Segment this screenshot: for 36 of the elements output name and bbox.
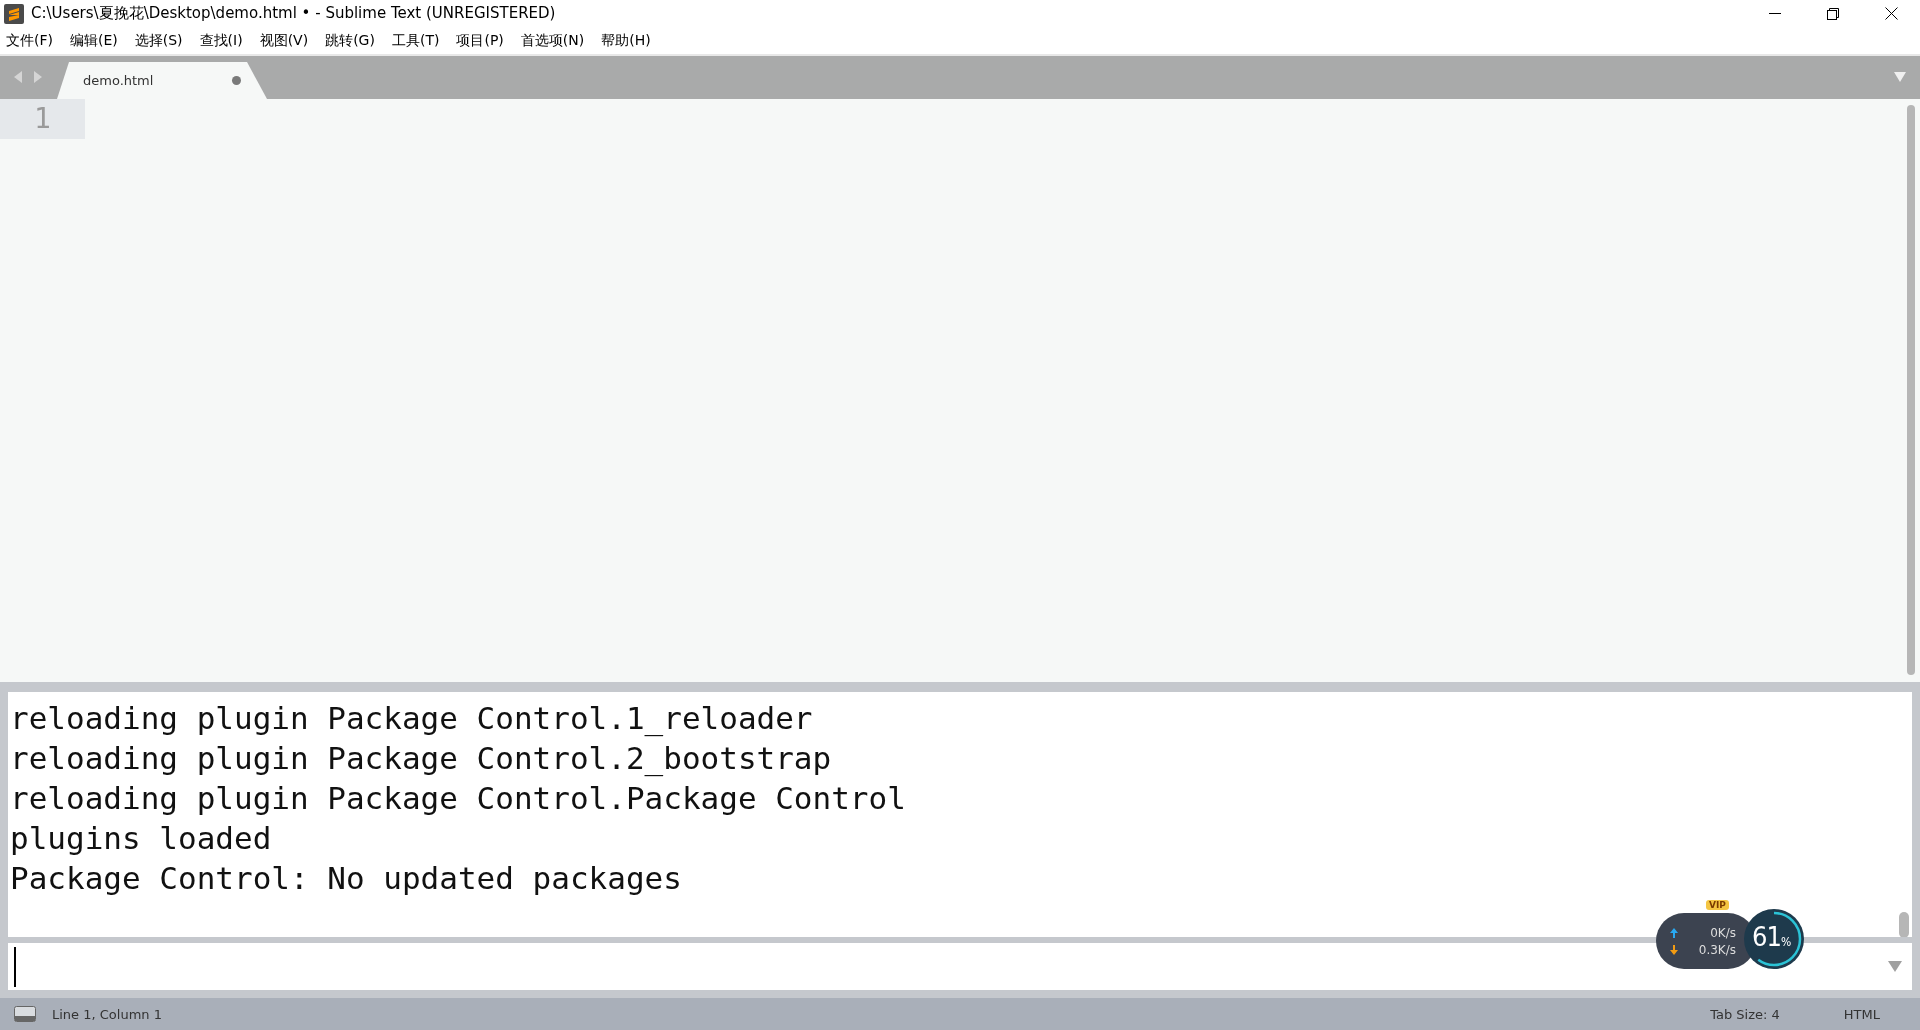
vip-badge: VIP bbox=[1706, 900, 1729, 910]
scrollbar-thumb[interactable] bbox=[1899, 912, 1909, 938]
menu-item[interactable]: 项目(P) bbox=[456, 31, 504, 50]
upload-speed: 0K/s bbox=[1710, 925, 1736, 940]
menu-item[interactable]: 选择(S) bbox=[134, 31, 183, 50]
file-tab[interactable]: demo.html bbox=[57, 62, 269, 99]
window-title: C:\Users\夏挽花\Desktop\demo.html • - Sublime Text (UNREGISTERED) bbox=[31, 4, 556, 23]
scrollbar-thumb[interactable] bbox=[1907, 105, 1915, 675]
download-arrow-icon bbox=[1670, 944, 1678, 955]
close-icon[interactable] bbox=[1885, 7, 1898, 20]
restore-icon[interactable] bbox=[1827, 7, 1839, 20]
menu-item[interactable]: 文件(F) bbox=[6, 31, 53, 50]
app-logo-icon bbox=[4, 3, 24, 24]
download-speed: 0.3K/s bbox=[1698, 942, 1736, 957]
minimize-icon[interactable] bbox=[1769, 12, 1781, 15]
console-line: reloading plugin Package Control.1_reloader bbox=[10, 699, 814, 738]
usage-ring bbox=[1742, 907, 1806, 971]
tab-size-indicator[interactable]: Tab Size: 4 bbox=[1710, 1006, 1780, 1022]
upload-arrow-icon bbox=[1670, 927, 1678, 938]
usage-percent: 61% bbox=[1752, 921, 1791, 952]
menu-item[interactable]: 工具(T) bbox=[391, 31, 440, 50]
cursor-position: Line 1, Column 1 bbox=[52, 1006, 162, 1022]
panel-toggle-icon[interactable] bbox=[14, 1006, 36, 1022]
syntax-indicator[interactable]: HTML bbox=[1843, 1006, 1880, 1022]
dropdown-icon[interactable] bbox=[1888, 961, 1902, 972]
menu-item[interactable]: 查找(I) bbox=[199, 31, 243, 50]
console-line: reloading plugin Package Control.Package Control bbox=[10, 779, 907, 818]
menu-item[interactable]: 视图(V) bbox=[259, 31, 309, 50]
menu-item[interactable]: 编辑(E) bbox=[70, 31, 118, 50]
menu-item[interactable]: 首选项(N) bbox=[520, 31, 585, 50]
console-line: Package Control: No updated packages bbox=[10, 859, 683, 898]
menu-item[interactable]: 跳转(G) bbox=[325, 31, 375, 50]
menu-item[interactable]: 帮助(H) bbox=[601, 31, 651, 50]
console-line: plugins loaded bbox=[10, 819, 273, 858]
line-number: 1 bbox=[0, 99, 85, 139]
console-line: reloading plugin Package Control.2_bootstrap bbox=[10, 739, 833, 778]
